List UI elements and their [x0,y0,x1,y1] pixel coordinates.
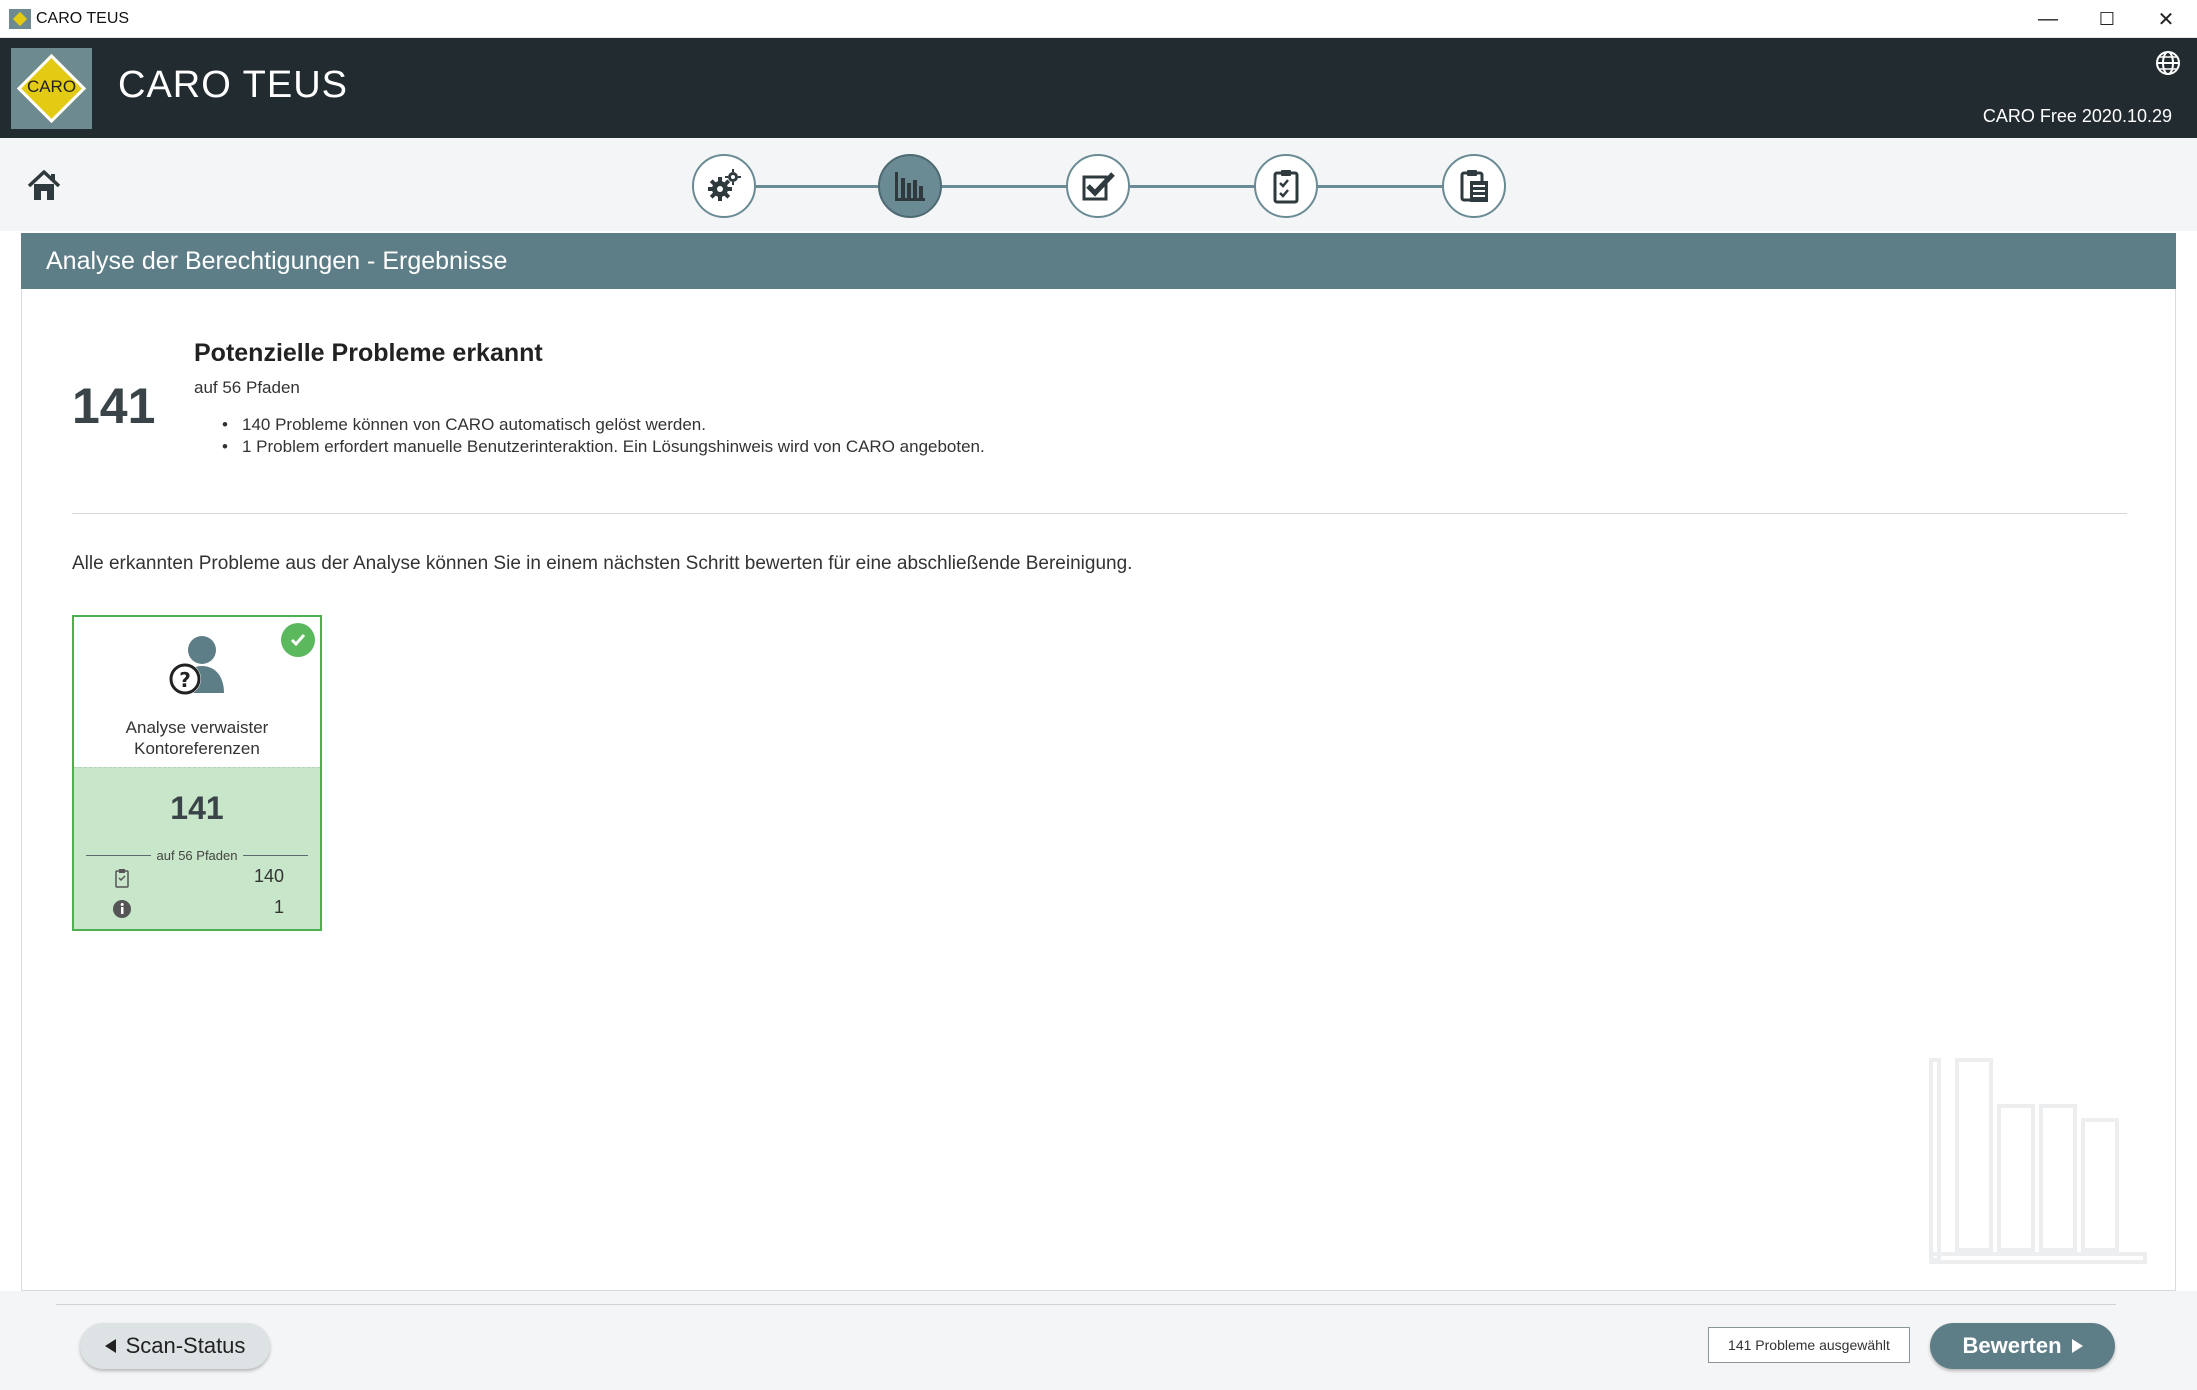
gears-icon [708,169,741,201]
step-connector [756,185,880,188]
check-badge-icon [281,623,315,657]
manual-count: 1 [273,897,284,917]
info-icon [113,900,131,918]
app-icon [9,9,31,29]
card-label-line2: Kontoreferenzen [134,739,260,758]
app-title: CARO TEUS [118,64,349,106]
home-icon[interactable] [26,168,62,204]
step-analysis[interactable] [878,154,942,218]
step-connector [1130,185,1256,188]
scan-status-button[interactable]: Scan-Status [80,1323,270,1369]
report-icon [1460,170,1488,202]
summary-title: Potenzielle Probleme erkannt [194,339,543,367]
step-tasks[interactable] [1254,154,1318,218]
card-count: 141 [170,790,224,826]
checkbox-check-icon [1082,172,1115,201]
bar-chart-watermark-icon [1929,1058,2147,1264]
footer-divider [56,1304,2116,1305]
summary-point: 140 Probleme können von CARO automatisch… [222,414,985,436]
evaluate-label: Bewerten [1962,1333,2062,1358]
section-header: Analyse der Berechtigungen - Ergebnisse [21,233,2176,289]
clipboard-check-icon [115,869,129,888]
step-connector [1318,185,1442,188]
divider [72,513,2127,514]
intro-text: Alle erkannten Probleme aus der Analyse … [72,553,1133,574]
card-paths: auf 56 Pfaden [74,847,320,865]
bar-chart-icon [895,172,925,201]
section-title: Analyse der Berechtigungen - Ergebnisse [46,247,508,275]
auto-solvable-count: 140 [253,866,284,886]
summary-subtitle: auf 56 Pfaden [194,378,300,397]
card-header: ? Analyse verwaister Kontoreferenzen [74,617,320,767]
step-report[interactable] [1442,154,1506,218]
window-title: CARO TEUS [36,10,130,27]
scan-status-label: Scan-Status [125,1333,246,1358]
clipboard-check-icon [1273,170,1299,204]
globe-icon[interactable] [2153,48,2183,78]
maximize-button[interactable]: ☐ [2077,0,2137,38]
window-titlebar: CARO TEUS — ☐ ✕ [0,0,2197,38]
app-header: CARO CARO TEUS CARO Free 2020.10.29 [0,38,2197,138]
summary-point: 1 Problem erfordert manuelle Benutzerint… [222,436,985,458]
arrow-right-icon [2071,1339,2083,1353]
card-label-line1: Analyse verwaister [125,718,269,737]
results-panel: 141 Potenzielle Probleme erkannt auf 56 … [21,289,2176,1291]
wizard-nav [0,138,2197,231]
evaluate-button[interactable]: Bewerten [1930,1323,2115,1369]
card-label: Analyse verwaister Kontoreferenzen [74,717,320,759]
card-stats: 141 auf 56 Pfaden 140 1 [74,767,320,929]
version-label: CARO Free 2020.10.29 [1982,106,2172,126]
minimize-button[interactable]: — [2018,0,2078,38]
arrow-left-icon [104,1339,116,1353]
user-question-icon: ? [169,636,224,695]
svg-text:?: ? [179,668,191,692]
result-card-orphaned-accounts[interactable]: ? Analyse verwaister Kontoreferenzen 141… [72,615,322,931]
total-issues-count: 141 [72,378,156,434]
card-row-manual: 1 [112,897,284,921]
summary-list: 140 Probleme können von CARO automatisch… [222,414,985,458]
selected-count-badge: 141 Probleme ausgewählt [1708,1327,1910,1363]
logo-text: CARO [26,77,77,96]
close-button[interactable]: ✕ [2136,0,2196,38]
caro-logo: CARO [11,48,92,129]
step-connector [942,185,1068,188]
card-row-auto: 140 [112,866,284,890]
step-settings[interactable] [692,154,756,218]
step-evaluate[interactable] [1066,154,1130,218]
card-paths-text: auf 56 Pfaden [150,848,244,863]
